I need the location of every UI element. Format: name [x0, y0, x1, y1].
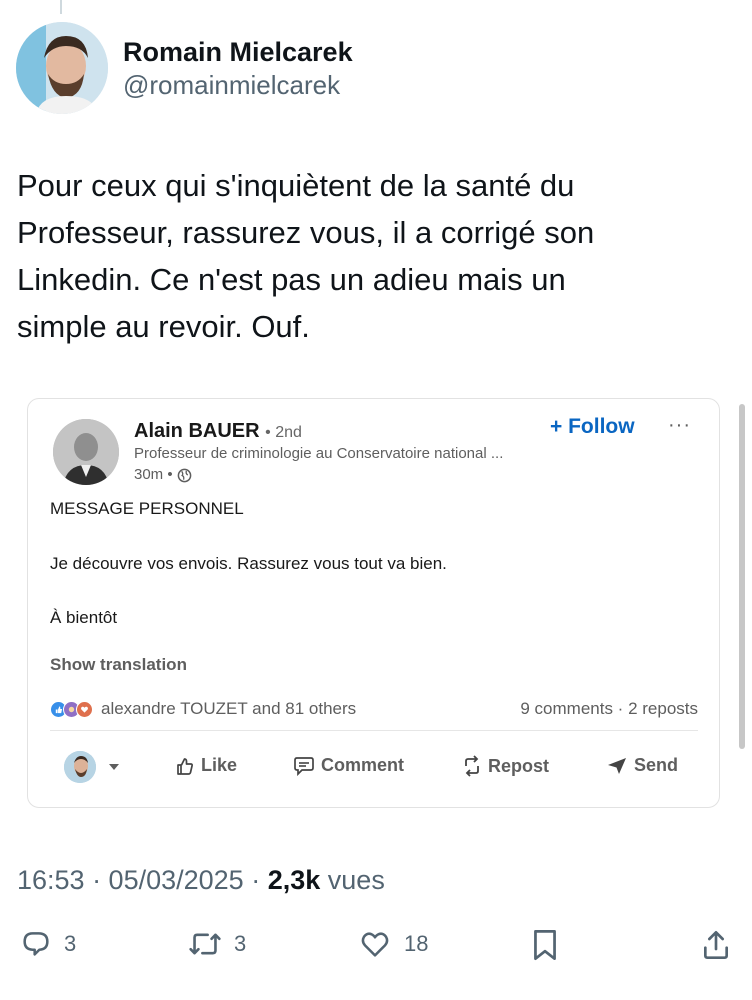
linkedin-body-line-1: MESSAGE PERSONNEL	[50, 499, 244, 518]
author-name[interactable]: Romain Mielcarek	[123, 35, 353, 69]
viewer-avatar	[64, 751, 96, 783]
linkedin-viewer-selector	[64, 751, 120, 783]
linkedin-social-counts: alexandre TOUZET and 81 others 9 comment…	[50, 697, 698, 721]
linkedin-divider	[50, 730, 698, 731]
comments-reposts-count: 9 comments · 2 reposts	[520, 699, 698, 718]
comment-label: Comment	[321, 755, 405, 775]
linkedin-author-headline: Professeur de criminologie au Conservato…	[134, 445, 504, 462]
follow-button: + Follow	[550, 415, 635, 438]
more-options-icon: ···	[668, 414, 691, 436]
linkedin-author-name-text: Alain BAUER	[134, 420, 260, 442]
post-time-text: 30m •	[134, 466, 173, 483]
retweet-count: 3	[234, 931, 247, 956]
like-count: 18	[404, 931, 429, 956]
author-handle[interactable]: @romainmielcarek	[123, 69, 353, 101]
linkedin-repost-button: Repost	[462, 755, 549, 777]
embedded-scrollbar	[739, 404, 745, 749]
linkedin-like-button: Like	[175, 755, 237, 776]
thread-connector-line	[60, 0, 62, 14]
views-label: vues	[327, 865, 385, 895]
repost-icon	[465, 755, 479, 777]
linkedin-comment-button: Comment	[293, 755, 404, 776]
reaction-icons	[50, 700, 93, 718]
retweet-icon	[189, 933, 221, 955]
linkedin-body-line-2: Je découvre vos envois. Rassurez vous to…	[50, 554, 447, 573]
share-button[interactable]	[700, 928, 732, 962]
linkedin-author-avatar	[53, 419, 119, 485]
repost-label: Repost	[488, 755, 550, 776]
linkedin-send-button: Send	[606, 755, 678, 776]
show-translation-link: Show translation	[50, 655, 187, 674]
reply-icon	[23, 932, 49, 956]
reactions-label: alexandre TOUZET and 81 others	[101, 699, 357, 718]
comment-icon	[294, 756, 314, 776]
reply-count: 3	[64, 931, 77, 956]
thumbs-up-icon	[177, 757, 193, 775]
embedded-linkedin-screenshot[interactable]: Alain BAUER • 2nd Professeur de criminol…	[27, 398, 720, 808]
bookmark-button[interactable]	[530, 928, 560, 962]
tweet-text: Pour ceux qui s'inquiètent de la santé d…	[17, 168, 595, 344]
linkedin-action-bar: Like Comment Repost Send	[50, 751, 698, 787]
linkedin-author-name: Alain BAUER • 2nd	[134, 419, 302, 445]
views-count: 2,3k	[267, 865, 321, 895]
like-button[interactable]: 18	[358, 928, 428, 960]
love-reaction-icon	[76, 700, 93, 718]
author-avatar[interactable]	[16, 22, 108, 114]
globe-icon	[177, 468, 191, 482]
linkedin-post-time: 30m •	[134, 465, 192, 485]
share-icon	[704, 931, 728, 959]
tweet-timestamp[interactable]: 16:53 · 05/03/2025 ·	[17, 865, 260, 895]
caret-down-icon	[109, 764, 119, 770]
send-label: Send	[634, 755, 679, 775]
send-icon	[608, 757, 626, 774]
heart-icon	[361, 932, 389, 957]
linkedin-body-line-3: À bientôt	[50, 608, 118, 627]
tweet-author[interactable]: Romain Mielcarek @romainmielcarek	[16, 22, 353, 114]
reply-button[interactable]: 3	[20, 928, 76, 960]
connection-degree: • 2nd	[265, 424, 302, 441]
like-label: Like	[201, 755, 238, 775]
tweet-action-bar: 3 3 18	[0, 920, 752, 970]
bookmark-icon	[534, 930, 556, 960]
retweet-button[interactable]: 3	[188, 928, 246, 960]
tweet-metadata: 16:53 · 05/03/2025 · 2,3k vues	[17, 860, 385, 900]
